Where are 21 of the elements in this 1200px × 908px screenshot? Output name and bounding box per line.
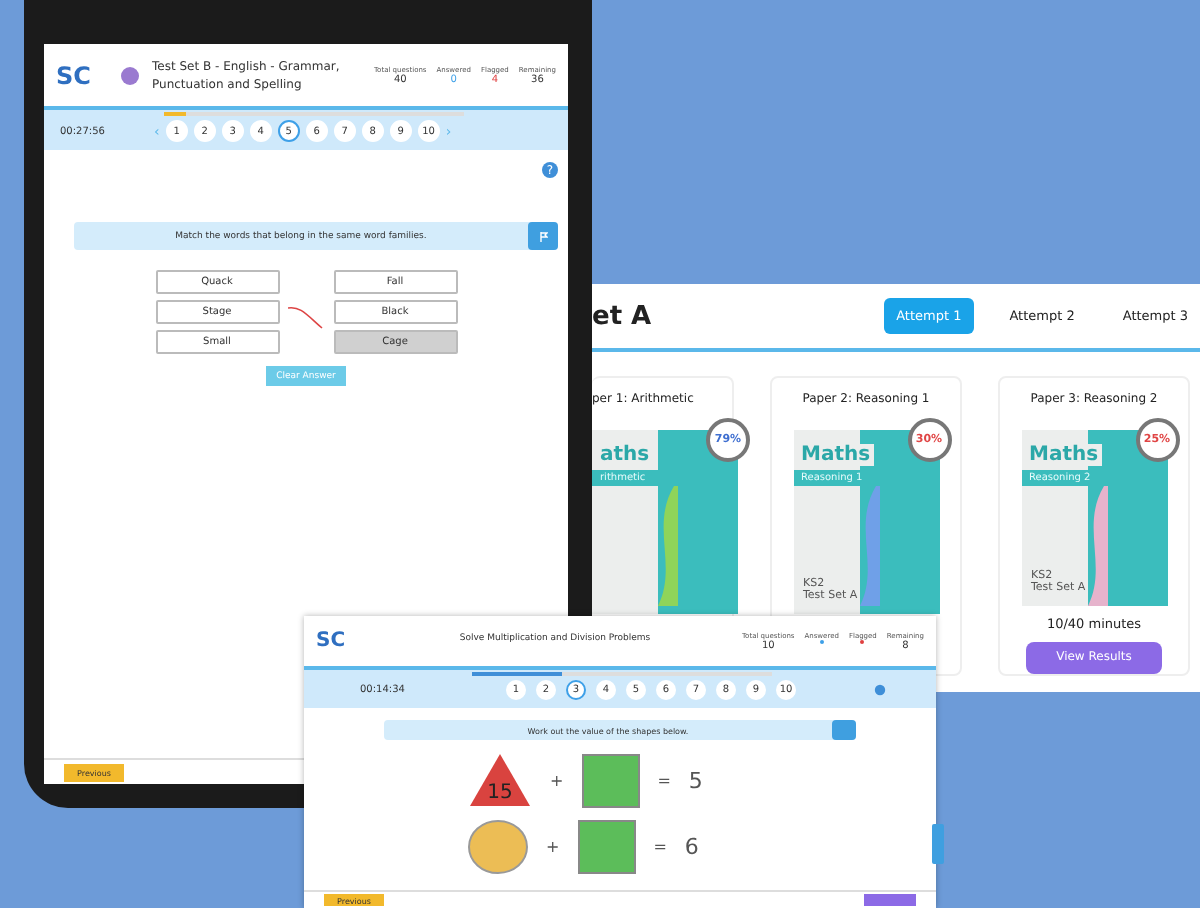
square-shape: [577, 820, 636, 874]
square-shape: [581, 753, 640, 807]
connector-line: [288, 306, 324, 330]
circle-shape: [468, 820, 528, 874]
plus-sign: +: [546, 838, 560, 856]
circle-icon: [120, 65, 140, 85]
plus-sign: +: [550, 771, 564, 789]
side-tab[interactable]: [932, 824, 944, 864]
equals-sign: =: [657, 771, 671, 789]
flag-button[interactable]: [528, 222, 558, 250]
flag-icon: [539, 231, 547, 241]
logo: SC: [56, 61, 93, 89]
triangle-shape: 15: [468, 752, 532, 808]
next-button[interactable]: [864, 894, 916, 906]
logo: SC: [316, 630, 348, 652]
equals-sign: =: [653, 838, 667, 856]
page-title: et A: [592, 301, 652, 331]
flag-button[interactable]: [832, 720, 856, 740]
result-number: 6: [684, 834, 699, 860]
result-number: 5: [688, 767, 703, 793]
settings-icon[interactable]: [874, 684, 886, 696]
